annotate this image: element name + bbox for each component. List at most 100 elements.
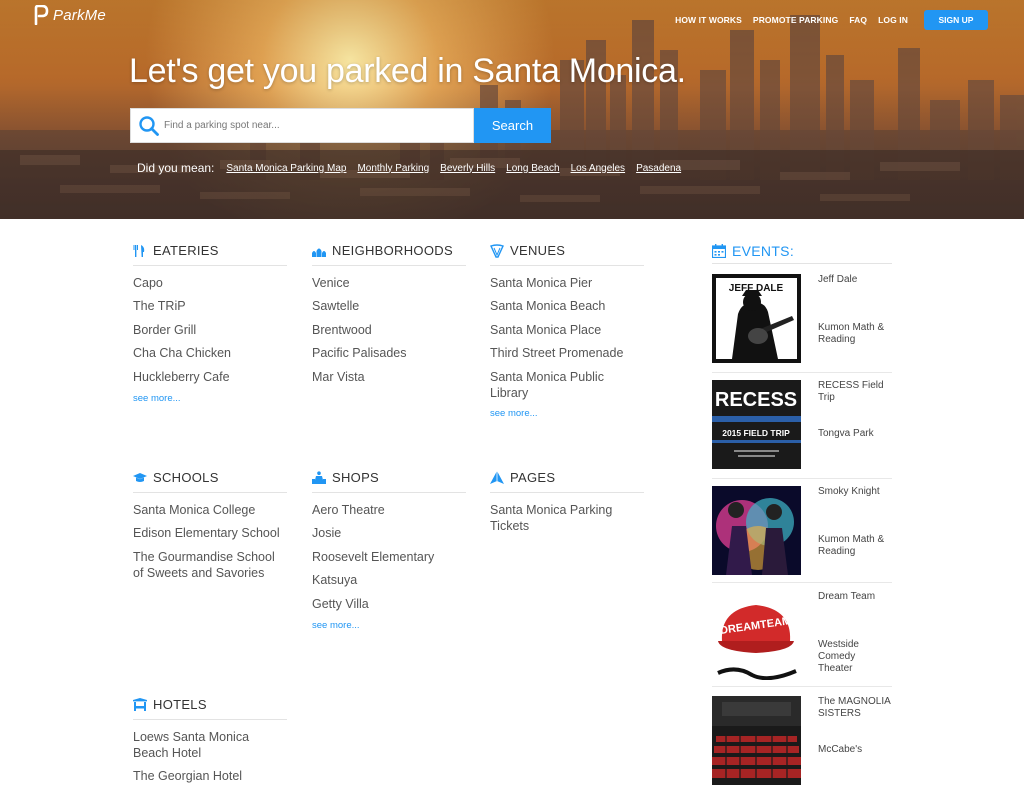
list-item[interactable]: Venice [312, 275, 466, 291]
section-shops: SHOPS Aero Theatre Josie Roosevelt Eleme… [312, 469, 466, 631]
list-item[interactable]: Capo [133, 275, 287, 291]
see-more-link[interactable]: see more... [490, 408, 644, 419]
neighborhoods-list: Venice Sawtelle Brentwood Pacific Palisa… [312, 275, 466, 385]
neighborhood-icon [312, 244, 326, 258]
suggestion-link[interactable]: Pasadena [636, 163, 681, 174]
paper-plane-icon [490, 470, 504, 485]
list-item[interactable]: Santa Monica Place [490, 322, 644, 338]
section-venues: VENUES Santa Monica Pier Santa Monica Be… [490, 242, 644, 419]
nav-faq[interactable]: FAQ [849, 15, 867, 25]
event-name: RECESS Field Trip [818, 380, 884, 403]
nav-promote-parking[interactable]: PROMOTE PARKING [753, 15, 838, 25]
event-card[interactable]: Smoky Knight Kumon Math & Reading [712, 486, 892, 576]
search-box[interactable] [130, 108, 474, 143]
nav-login[interactable]: LOG IN [878, 15, 908, 25]
list-item[interactable]: Santa Monica Parking Tickets [490, 502, 644, 534]
list-item[interactable]: The Georgian Hotel [133, 768, 287, 784]
section-pages: PAGES Santa Monica Parking Tickets [490, 469, 644, 541]
brand-name: ParkMe [53, 6, 106, 24]
fork-knife-icon [133, 244, 147, 258]
section-schools: SCHOOLS Santa Monica College Edison Elem… [133, 469, 287, 588]
section-title: SHOPS [332, 470, 380, 485]
list-item[interactable]: Aero Theatre [312, 502, 466, 518]
suggestion-link[interactable]: Long Beach [506, 163, 559, 174]
suggestion-link[interactable]: Beverly Hills [440, 163, 495, 174]
hotels-list: Loews Santa Monica Beach Hotel The Georg… [133, 729, 287, 784]
pages-list: Santa Monica Parking Tickets [490, 502, 644, 534]
event-venue: Kumon Math & Reading [818, 322, 885, 345]
sign-up-button[interactable]: SIGN UP [924, 10, 988, 30]
venue-icon [490, 243, 504, 258]
event-venue: Westside Comedy Theater [818, 639, 859, 674]
event-card[interactable]: JEFF DALE Jeff Dale Kumon Math & Reading [712, 274, 892, 364]
event-poster [712, 696, 801, 785]
event-card[interactable]: DREAMTEAM Dream Team Westside Comedy The… [712, 591, 892, 681]
eateries-list: Capo The TRiP Border Grill Cha Cha Chick… [133, 275, 287, 385]
section-title: PAGES [510, 470, 556, 485]
parkme-logo[interactable]: ParkMe [34, 5, 106, 25]
shops-list: Aero Theatre Josie Roosevelt Elementary … [312, 502, 466, 612]
parkme-logo-icon [34, 5, 49, 25]
events-panel: EVENTS: JEFF DALE Jeff Dale Kumon Math &… [712, 242, 892, 785]
see-more-link[interactable]: see more... [312, 620, 466, 631]
event-card[interactable]: RECESS 2015 FIELD TRIP RECESS Field Trip… [712, 380, 892, 470]
schools-list: Santa Monica College Edison Elementary S… [133, 502, 287, 581]
top-navigation: HOW IT WORKS PROMOTE PARKING FAQ LOG IN … [664, 10, 988, 30]
calendar-icon [712, 244, 726, 258]
venues-list: Santa Monica Pier Santa Monica Beach San… [490, 275, 644, 401]
list-item[interactable]: Sawtelle [312, 298, 466, 314]
list-item[interactable]: Brentwood [312, 322, 466, 338]
list-item[interactable]: Santa Monica Pier [490, 275, 644, 291]
list-item[interactable]: Border Grill [133, 322, 287, 338]
shopping-icon [312, 470, 326, 485]
search-button[interactable]: Search [474, 108, 551, 143]
event-venue: McCabe's [818, 744, 863, 755]
list-item[interactable]: Josie [312, 525, 466, 541]
section-title: SCHOOLS [153, 470, 219, 485]
event-card[interactable]: The MAGNOLIA SISTERS McCabe's [712, 696, 892, 786]
graduation-cap-icon [133, 471, 147, 485]
poster-title: RECESS [715, 389, 797, 411]
event-poster [712, 486, 801, 575]
suggestion-link[interactable]: Los Angeles [571, 163, 626, 174]
search-input[interactable] [164, 120, 464, 131]
list-item[interactable]: The Gourmandise School of Sweets and Sav… [133, 549, 287, 581]
did-you-mean: Did you mean: Santa Monica Parking Map M… [137, 161, 692, 175]
list-item[interactable]: Pacific Palisades [312, 345, 466, 361]
section-title: VENUES [510, 243, 566, 258]
event-name: Dream Team [818, 591, 876, 602]
list-item[interactable]: Roosevelt Elementary [312, 549, 466, 565]
event-venue: Kumon Math & Reading [818, 534, 885, 557]
search-icon [139, 115, 159, 136]
section-title: NEIGHBORHOODS [332, 243, 453, 258]
list-item[interactable]: Loews Santa Monica Beach Hotel [133, 729, 287, 761]
list-item[interactable]: Cha Cha Chicken [133, 345, 287, 361]
nav-how-it-works[interactable]: HOW IT WORKS [675, 15, 742, 25]
list-item[interactable]: Katsuya [312, 572, 466, 588]
list-item[interactable]: Santa Monica Public Library [490, 369, 644, 401]
section-title: EATERIES [153, 243, 219, 258]
list-item[interactable]: Getty Villa [312, 596, 466, 612]
list-item[interactable]: Mar Vista [312, 369, 466, 385]
list-item[interactable]: Santa Monica College [133, 502, 287, 518]
event-poster: RECESS 2015 FIELD TRIP [712, 380, 801, 469]
suggestion-link[interactable]: Monthly Parking [357, 163, 429, 174]
list-item[interactable]: Edison Elementary School [133, 525, 287, 541]
hotel-bed-icon [133, 697, 147, 712]
event-name: Smoky Knight [818, 486, 880, 497]
hero-headline: Let's get you parked in Santa Monica. [129, 52, 686, 90]
list-item[interactable]: The TRiP [133, 298, 287, 314]
poster-subtitle: 2015 FIELD TRIP [722, 428, 790, 438]
event-poster: JEFF DALE [712, 274, 801, 363]
section-eateries: EATERIES Capo The TRiP Border Grill Cha … [133, 242, 287, 404]
see-more-link[interactable]: see more... [133, 393, 287, 404]
events-title: EVENTS: [732, 243, 795, 259]
event-name: The MAGNOLIA SISTERS [818, 696, 891, 719]
event-poster: DREAMTEAM [712, 591, 801, 680]
list-item[interactable]: Third Street Promenade [490, 345, 644, 361]
event-venue: Tongva Park [818, 428, 874, 439]
section-hotels: HOTELS Loews Santa Monica Beach Hotel Th… [133, 696, 287, 792]
suggestion-link[interactable]: Santa Monica Parking Map [226, 163, 346, 174]
list-item[interactable]: Santa Monica Beach [490, 298, 644, 314]
list-item[interactable]: Huckleberry Cafe [133, 369, 287, 385]
